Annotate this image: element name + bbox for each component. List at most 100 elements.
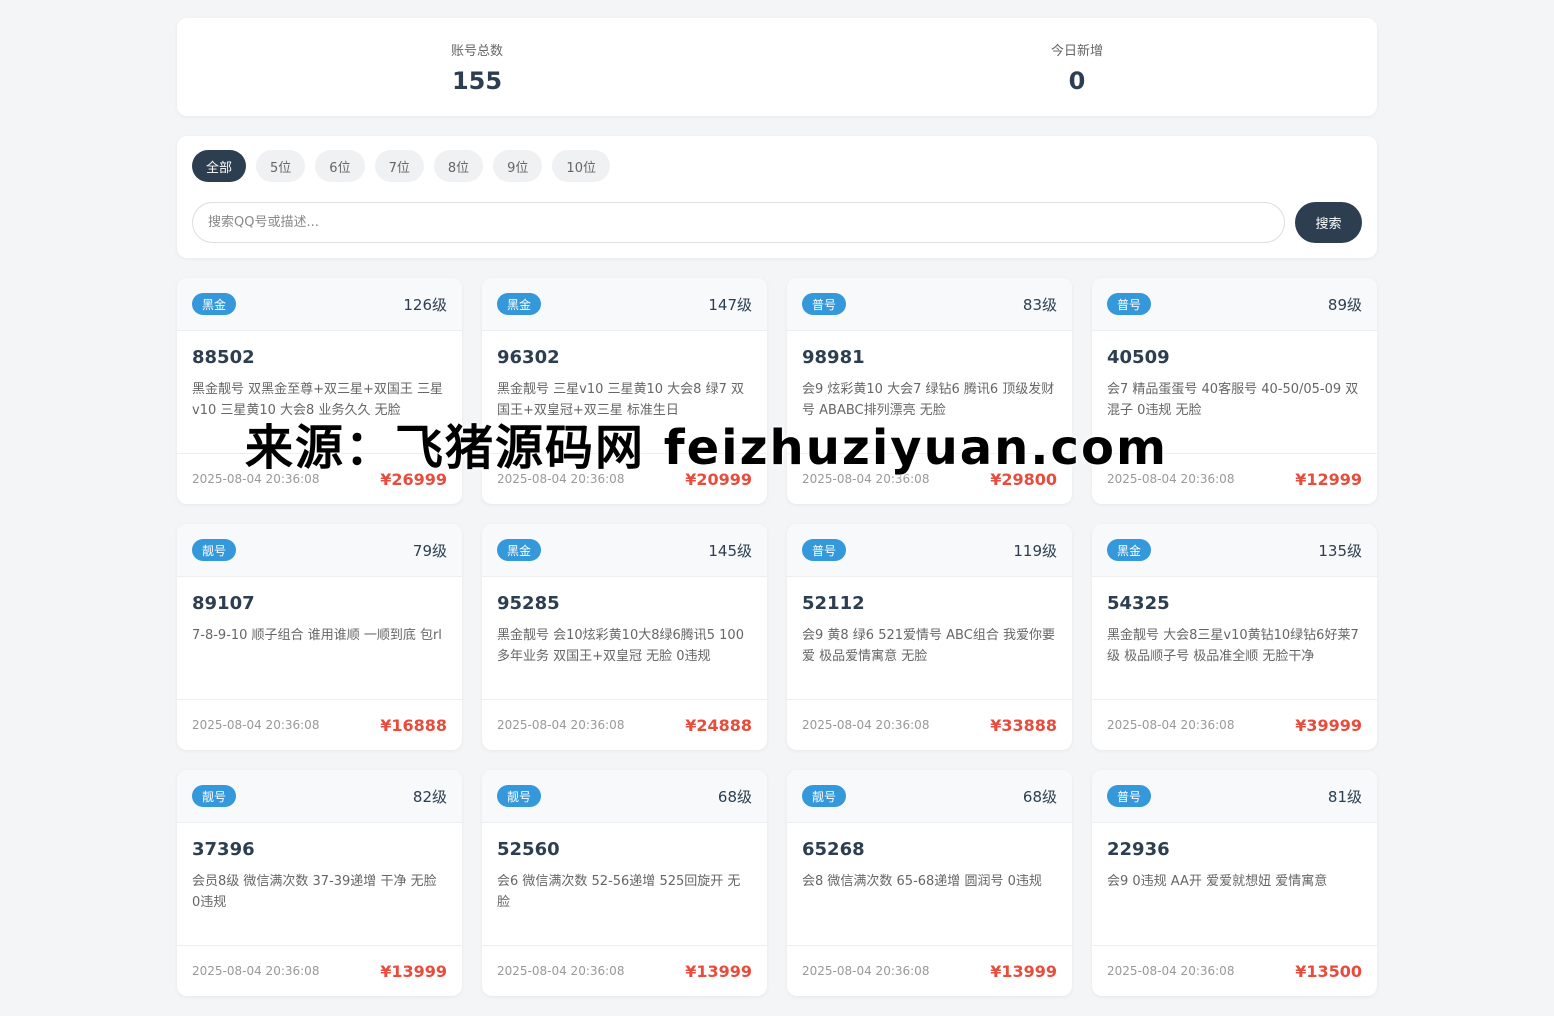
price: ¥13999	[685, 961, 752, 981]
price: ¥33888	[990, 715, 1057, 735]
price: ¥13500	[1295, 961, 1362, 981]
search-row: 搜索	[192, 202, 1362, 243]
level-text: 135级	[1318, 541, 1362, 560]
card-header: 靓号 79级	[177, 524, 462, 577]
qq-number: 52560	[497, 839, 560, 860]
card-footer: 2025-08-04 20:36:08 ¥13999	[177, 945, 462, 996]
account-description: 黑金靓号 大会8三星v10黄钻10绿钻6好莱7级 极品顺子号 极品准全顺 无脸干…	[1107, 628, 1359, 664]
account-description: 会9 炫彩黄10 大会7 绿钻6 腾讯6 顶级发财号 ABABC排列漂亮 无脸	[802, 382, 1055, 418]
card-body: 96302 黑金靓号 三星v10 三星黄10 大会8 绿7 双国王+双皇冠+双三…	[482, 331, 767, 421]
type-badge: 靓号	[497, 785, 542, 807]
qq-number: 98981	[802, 347, 865, 368]
stat-total: 账号总数 155	[177, 18, 777, 116]
account-card[interactable]: 靓号 68级 65268 会8 微信满次数 65-68递增 圆润号 0违规 20…	[787, 770, 1072, 996]
price: ¥13999	[990, 961, 1057, 981]
stat-today-label: 今日新增	[1050, 44, 1103, 59]
length-tabs: 全部 5位 6位 7位 8位 9位 10位	[192, 150, 1362, 182]
card-body: 37396 会员8级 微信满次数 37-39递增 干净 无脸 0违规	[177, 823, 462, 913]
card-body: 22936 会9 0违规 AA开 爱爱就想妞 爱情寓意	[1092, 823, 1377, 892]
card-footer: 2025-08-04 20:36:08 ¥26999	[177, 453, 462, 504]
account-card[interactable]: 黑金 147级 96302 黑金靓号 三星v10 三星黄10 大会8 绿7 双国…	[482, 278, 767, 504]
card-body: 40509 会7 精品蛋蛋号 40客服号 40-50/05-09 双混子 0违规…	[1092, 331, 1377, 421]
card-footer: 2025-08-04 20:36:08 ¥39999	[1092, 699, 1377, 750]
listed-time: 2025-08-04 20:36:08	[1107, 718, 1235, 732]
account-description: 黑金靓号 三星v10 三星黄10 大会8 绿7 双国王+双皇冠+双三星 标准生日	[497, 382, 744, 418]
account-description: 会员8级 微信满次数 37-39递增 干净 无脸 0违规	[192, 874, 437, 910]
listed-time: 2025-08-04 20:36:08	[1107, 472, 1235, 486]
level-text: 119级	[1013, 541, 1057, 560]
stats-panel: 账号总数 155 今日新增 0	[177, 18, 1377, 116]
card-body: 65268 会8 微信满次数 65-68递增 圆润号 0违规	[787, 823, 1072, 892]
qq-number: 40509	[1107, 347, 1170, 368]
card-body: 52112 会9 黄8 绿6 521爱情号 ABC组合 我爱你要爱 极品爱情寓意…	[787, 577, 1072, 667]
account-card[interactable]: 普号 119级 52112 会9 黄8 绿6 521爱情号 ABC组合 我爱你要…	[787, 524, 1072, 750]
qq-number: 88502	[192, 347, 255, 368]
card-header: 普号 89级	[1092, 278, 1377, 331]
tab-5-digit[interactable]: 5位	[256, 150, 306, 182]
account-card[interactable]: 靓号 79级 89107 7-8-9-10 顺子组合 谁用谁顺 一顺到底 包rl…	[177, 524, 462, 750]
account-description: 黑金靓号 会10炫彩黄10大8绿6腾讯5 100多年业务 双国王+双皇冠 无脸 …	[497, 628, 744, 664]
level-text: 83级	[1022, 295, 1057, 314]
card-body: 89107 7-8-9-10 顺子组合 谁用谁顺 一顺到底 包rl	[177, 577, 462, 646]
account-card[interactable]: 靓号 68级 52560 会6 微信满次数 52-56递增 525回旋开 无脸 …	[482, 770, 767, 996]
account-card[interactable]: 普号 81级 22936 会9 0违规 AA开 爱爱就想妞 爱情寓意 2025-…	[1092, 770, 1377, 996]
card-body: 95285 黑金靓号 会10炫彩黄10大8绿6腾讯5 100多年业务 双国王+双…	[482, 577, 767, 667]
card-footer: 2025-08-04 20:36:08 ¥16888	[177, 699, 462, 750]
tab-9-digit[interactable]: 9位	[493, 150, 543, 182]
account-card[interactable]: 靓号 82级 37396 会员8级 微信满次数 37-39递增 干净 无脸 0违…	[177, 770, 462, 996]
stat-today: 今日新增 0	[777, 18, 1377, 116]
listed-time: 2025-08-04 20:36:08	[192, 718, 320, 732]
qq-number: 54325	[1107, 593, 1170, 614]
account-card[interactable]: 黑金 126级 88502 黑金靓号 双黑金至尊+双三星+双国王 三星v10 三…	[177, 278, 462, 504]
tab-7-digit[interactable]: 7位	[374, 150, 424, 182]
card-body: 98981 会9 炫彩黄10 大会7 绿钻6 腾讯6 顶级发财号 ABABC排列…	[787, 331, 1072, 421]
qq-number: 95285	[497, 593, 560, 614]
price: ¥12999	[1295, 469, 1362, 489]
card-footer: 2025-08-04 20:36:08 ¥20999	[482, 453, 767, 504]
price: ¥16888	[380, 715, 447, 735]
card-footer: 2025-08-04 20:36:08 ¥24888	[482, 699, 767, 750]
tab-8-digit[interactable]: 8位	[433, 150, 484, 182]
card-header: 黑金 147级	[482, 278, 767, 331]
tab-10-digit[interactable]: 10位	[552, 150, 610, 182]
account-description: 7-8-9-10 顺子组合 谁用谁顺 一顺到底 包rl	[192, 628, 442, 643]
type-badge: 靓号	[192, 539, 237, 561]
account-description: 会9 0违规 AA开 爱爱就想妞 爱情寓意	[1107, 874, 1328, 889]
level-text: 147级	[708, 295, 752, 314]
listed-time: 2025-08-04 20:36:08	[1107, 964, 1235, 978]
price: ¥26999	[380, 469, 447, 489]
type-badge: 黑金	[192, 293, 237, 315]
account-card[interactable]: 黑金 145级 95285 黑金靓号 会10炫彩黄10大8绿6腾讯5 100多年…	[482, 524, 767, 750]
tab-6-digit[interactable]: 6位	[315, 150, 365, 182]
qq-number: 65268	[802, 839, 865, 860]
account-card[interactable]: 普号 89级 40509 会7 精品蛋蛋号 40客服号 40-50/05-09 …	[1092, 278, 1377, 504]
card-footer: 2025-08-04 20:36:08 ¥13999	[787, 945, 1072, 996]
card-header: 靓号 68级	[787, 770, 1072, 823]
listed-time: 2025-08-04 20:36:08	[192, 472, 320, 486]
account-description: 会7 精品蛋蛋号 40客服号 40-50/05-09 双混子 0违规 无脸	[1107, 382, 1359, 418]
listed-time: 2025-08-04 20:36:08	[192, 964, 320, 978]
listed-time: 2025-08-04 20:36:08	[802, 472, 930, 486]
price: ¥29800	[990, 469, 1057, 489]
level-text: 145级	[708, 541, 752, 560]
tab-all[interactable]: 全部	[192, 150, 247, 182]
listed-time: 2025-08-04 20:36:08	[802, 718, 930, 732]
price: ¥39999	[1295, 715, 1362, 735]
card-header: 靓号 82级	[177, 770, 462, 823]
search-button[interactable]: 搜索	[1295, 202, 1362, 243]
type-badge: 普号	[802, 539, 847, 561]
level-text: 81级	[1327, 787, 1362, 806]
search-input[interactable]	[192, 202, 1285, 243]
listed-time: 2025-08-04 20:36:08	[497, 964, 625, 978]
account-card[interactable]: 普号 83级 98981 会9 炫彩黄10 大会7 绿钻6 腾讯6 顶级发财号 …	[787, 278, 1072, 504]
card-header: 靓号 68级	[482, 770, 767, 823]
account-card[interactable]: 黑金 135级 54325 黑金靓号 大会8三星v10黄钻10绿钻6好莱7级 极…	[1092, 524, 1377, 750]
card-footer: 2025-08-04 20:36:08 ¥13999	[482, 945, 767, 996]
type-badge: 黑金	[497, 539, 542, 561]
type-badge: 黑金	[497, 293, 542, 315]
card-header: 普号 119级	[787, 524, 1072, 577]
card-footer: 2025-08-04 20:36:08 ¥13500	[1092, 945, 1377, 996]
listed-time: 2025-08-04 20:36:08	[497, 718, 625, 732]
type-badge: 靓号	[802, 785, 847, 807]
qq-number: 89107	[192, 593, 255, 614]
